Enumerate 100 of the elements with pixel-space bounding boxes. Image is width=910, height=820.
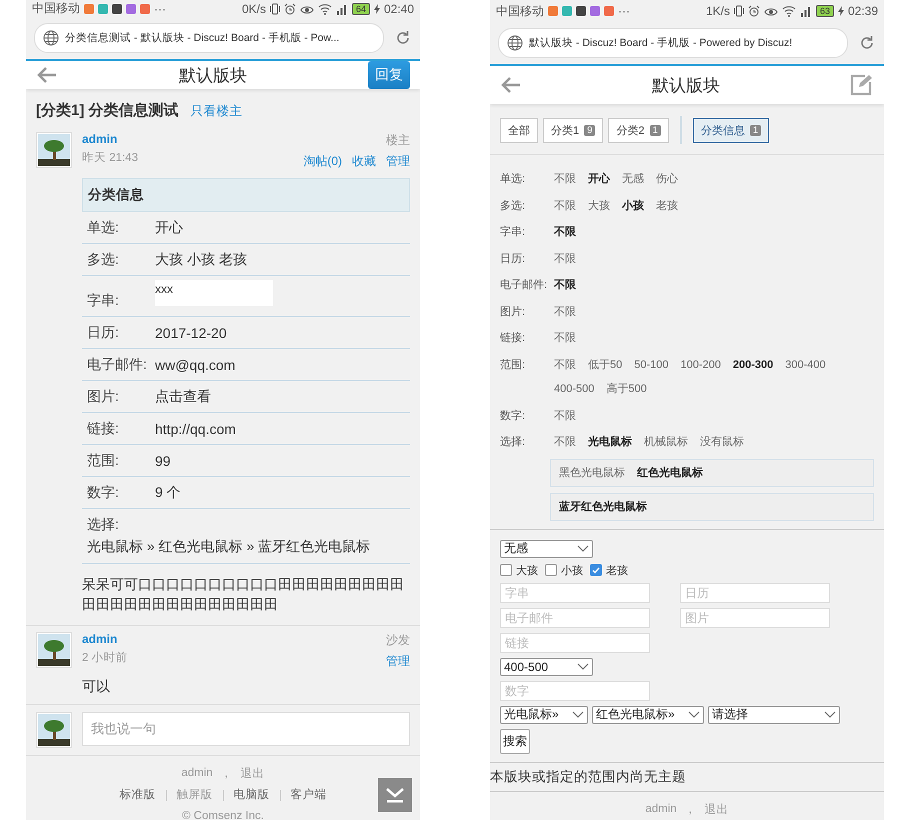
- filter-option[interactable]: 不限: [554, 300, 576, 324]
- input-field[interactable]: 日历: [680, 582, 830, 602]
- page-title: 默认版块 - Discuz! Board - 手机版 - Powered by Discuz!: [529, 36, 792, 50]
- empty-message: 本版块或指定的范围内尚无主题: [490, 762, 884, 792]
- filter-label: 日历:: [500, 252, 526, 266]
- category-tab[interactable]: 分类2 1: [608, 118, 669, 142]
- filter-option[interactable]: 开心: [588, 167, 610, 192]
- logout-link[interactable]: 退出: [704, 802, 729, 816]
- vibrate-icon: [270, 2, 280, 14]
- post-action-link[interactable]: 管理: [386, 153, 410, 170]
- filter-option[interactable]: 不限: [554, 430, 576, 454]
- dropdown[interactable]: 请选择: [708, 706, 840, 724]
- search-button[interactable]: 搜索: [500, 728, 530, 754]
- filter-option[interactable]: 老孩: [656, 194, 678, 218]
- checkbox[interactable]: [545, 564, 557, 576]
- category-tab[interactable]: 分类信息 1: [692, 118, 770, 142]
- reply-input-field[interactable]: 我也说一句: [82, 712, 410, 746]
- dropdown[interactable]: 光电鼠标»: [500, 706, 588, 724]
- filter-option[interactable]: 蓝牙红色光电鼠标: [559, 496, 647, 518]
- dropdown[interactable]: 红色光电鼠标»: [592, 706, 704, 724]
- filter-option[interactable]: 黑色光电鼠标: [559, 462, 625, 484]
- filter-label: 多选:: [500, 198, 526, 214]
- filter-label: 选择:: [500, 435, 526, 450]
- input-field[interactable]: 图片: [680, 608, 830, 628]
- address-bar[interactable]: 默认版块 - Discuz! Board - 手机版 - Powered by Discuz!: [498, 28, 848, 58]
- category-tab[interactable]: 分类1 9: [543, 118, 604, 142]
- input-field[interactable]: 字串: [500, 582, 650, 602]
- filter-option[interactable]: 不限: [554, 352, 576, 377]
- back-arrow-icon[interactable]: [36, 66, 58, 84]
- filter-option[interactable]: 100-200: [680, 352, 721, 377]
- reply-button[interactable]: 回复: [368, 61, 410, 89]
- filter-option[interactable]: 不限: [554, 167, 576, 192]
- filter-option[interactable]: 大孩: [588, 194, 610, 218]
- post-action-link[interactable]: 管理: [386, 652, 410, 670]
- logout-link[interactable]: 退出: [240, 766, 265, 781]
- separator-comma: ，: [684, 802, 697, 816]
- scroll-to-bottom-icon: [385, 786, 405, 804]
- post-author[interactable]: admin: [82, 632, 118, 646]
- filter-option[interactable]: 低于50: [588, 352, 622, 377]
- chevron-down-icon: [577, 662, 589, 670]
- filter-option[interactable]: 不限: [554, 273, 576, 298]
- filter-option[interactable]: 机械鼠标: [644, 430, 688, 454]
- field-value: ww@qq.com: [155, 356, 236, 372]
- filter-option[interactable]: 红色光电鼠标: [637, 462, 703, 484]
- field-label: 电子邮件:: [87, 356, 148, 374]
- scroll-to-bottom-button[interactable]: [378, 778, 412, 812]
- signal-icon: [800, 5, 812, 17]
- post-body: 呆呆可可口口口口口口口口口口田田田田田田田田田田田田田田田田田田田田田田田: [82, 575, 405, 614]
- forum-title: 默认版块: [652, 74, 720, 96]
- globe-icon: [507, 35, 523, 51]
- input-field[interactable]: 电子邮件: [500, 608, 650, 628]
- dropdown[interactable]: 无感: [500, 540, 593, 558]
- chevron-down-icon: [577, 544, 589, 552]
- filter-option[interactable]: 不限: [554, 326, 576, 350]
- filter-label: 单选:: [500, 172, 526, 187]
- address-bar[interactable]: 分类信息测试 - 默认版块 - Discuz! Board - 手机版 - Pow...: [34, 23, 384, 53]
- filter-option[interactable]: 伤心: [656, 167, 678, 192]
- filter-option[interactable]: 不限: [554, 194, 576, 218]
- filter-option[interactable]: 50-100: [634, 352, 669, 377]
- filter-option[interactable]: 不限: [554, 404, 576, 428]
- field-label: 多选:: [87, 250, 120, 268]
- category-tab[interactable]: 全部: [500, 118, 538, 142]
- field-value: 光电鼠标 » 红色光电鼠标 » 蓝牙红色光电鼠标: [87, 538, 370, 556]
- input-field[interactable]: 数字: [500, 680, 650, 700]
- network-speed: 1K/s: [706, 4, 730, 18]
- input-field[interactable]: 链接: [500, 632, 650, 652]
- field-label: 单选:: [87, 218, 120, 236]
- vibrate-icon: [734, 5, 744, 17]
- checkbox-label: 老孩: [606, 564, 628, 578]
- version-link[interactable]: 标准版: [110, 790, 166, 801]
- author-only-link[interactable]: 只看楼主: [190, 103, 242, 120]
- filter-option[interactable]: 光电鼠标: [588, 430, 632, 454]
- thread-title: [分类1] 分类信息测试: [36, 101, 178, 120]
- field-label: 链接:: [87, 420, 120, 438]
- count-badge: 1: [750, 124, 762, 136]
- network-speed: 0K/s: [242, 2, 266, 16]
- checkbox[interactable]: [590, 564, 602, 576]
- dropdown[interactable]: 400-500: [500, 658, 593, 676]
- field-label: 范围:: [87, 452, 120, 470]
- filter-option[interactable]: 不限: [554, 246, 576, 271]
- post-author[interactable]: admin: [82, 132, 118, 146]
- filter-option[interactable]: 高于500: [606, 377, 647, 402]
- filter-option[interactable]: 无感: [622, 167, 644, 192]
- filter-option[interactable]: 不限: [554, 220, 576, 244]
- version-link[interactable]: 电脑版: [222, 790, 280, 801]
- carrier-name: 中国移动: [496, 2, 544, 20]
- post-action-link[interactable]: 淘帖(0): [303, 153, 342, 170]
- signal-icon: [336, 2, 348, 14]
- filter-option[interactable]: 小孩: [622, 194, 644, 218]
- filter-option[interactable]: 200-300: [732, 352, 774, 377]
- back-arrow-icon[interactable]: [500, 76, 522, 94]
- filter-option[interactable]: 没有鼠标: [700, 430, 744, 454]
- field-value: 99: [155, 452, 171, 468]
- checkbox[interactable]: [500, 564, 512, 576]
- post-action-link[interactable]: 收藏: [352, 153, 376, 170]
- filter-option[interactable]: 400-500: [554, 377, 594, 402]
- filter-option[interactable]: 300-400: [785, 352, 826, 377]
- count-badge: 1: [650, 124, 661, 136]
- compose-icon[interactable]: [850, 74, 874, 96]
- version-link[interactable]: 客户端: [280, 790, 336, 801]
